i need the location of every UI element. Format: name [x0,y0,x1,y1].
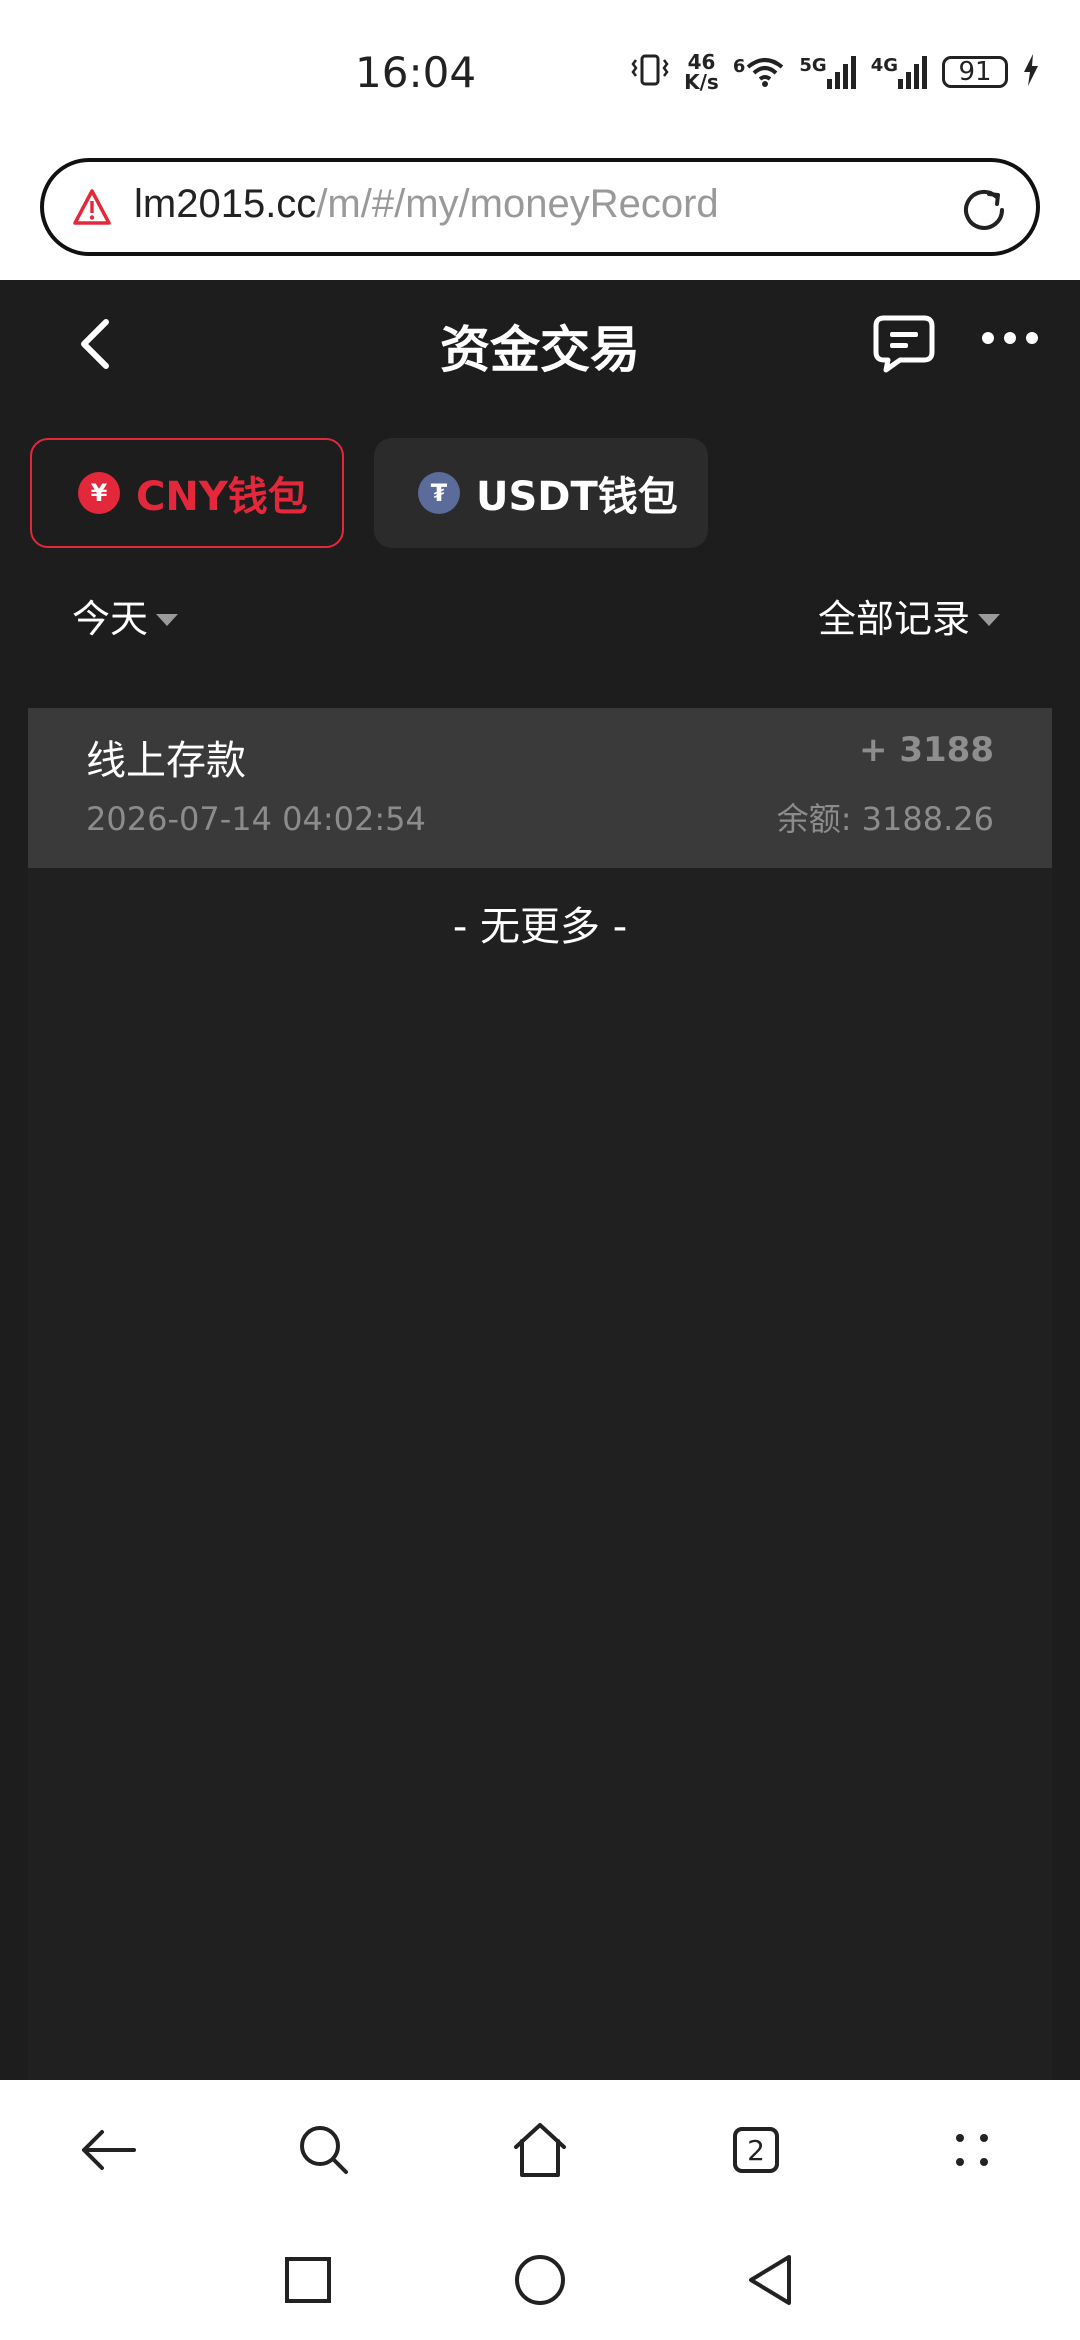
record-amount: + 3188 [859,730,994,770]
status-bar: 16:04 46 K/s 6 5G 4G 91 [0,0,1080,150]
date-filter-label: 今天 [72,597,149,641]
vibrate-icon [630,52,670,92]
search-button[interactable] [284,2110,364,2190]
recent-apps-button[interactable] [278,2250,338,2310]
charging-icon [1022,53,1040,91]
record-balance: 余额: 3188.26 [777,794,994,840]
menu-button[interactable] [932,2110,1012,2190]
status-icons: 46 K/s 6 5G 4G 91 [630,52,1040,92]
balance-label: 余额: [776,800,852,838]
battery-level: 91 [958,57,992,87]
signal-4g-label: 4G [870,55,898,76]
caret-down-icon [156,613,179,626]
record-type-label: 全部记录 [817,597,970,641]
wifi-badge: 6 [732,56,746,77]
wifi-icon: 6 [733,56,786,88]
record-list: 线上存款 2026-07-14 04:02:54 + 3188 余额: 3188… [28,708,1052,2080]
warning-icon[interactable] [72,188,112,230]
tab-usdt-wallet[interactable]: ₮ USDT钱包 [374,438,708,548]
system-home-button[interactable] [510,2250,570,2310]
address-bar[interactable]: lm2015.cc/m/#/my/moneyRecord [40,158,1040,256]
status-time: 16:04 [355,48,477,97]
record-time: 2026-07-14 04:02:54 [86,800,426,838]
balance-value: 3188.26 [861,800,994,838]
system-back-button[interactable] [740,2250,800,2310]
tab-usdt-wallet-label: USDT钱包 [476,474,678,520]
tab-count: 2 [733,2127,779,2173]
tab-cny-wallet-label: CNY钱包 [136,474,308,520]
tabs-button[interactable]: 2 [716,2110,796,2190]
browser-toolbar: 2 [0,2080,1080,2220]
reload-icon[interactable] [958,184,1010,240]
tab-cny-wallet[interactable]: ¥ CNY钱包 [30,438,344,548]
tether-coin-icon: ₮ [418,472,460,514]
net-speed-unit: K/s [684,70,719,94]
signal-5g-icon: 5G [799,55,856,89]
message-button[interactable] [872,314,936,378]
record-type-dropdown[interactable]: 全部记录 [818,588,1000,643]
net-speed: 46 K/s [684,52,719,92]
url-text[interactable]: lm2015.cc/m/#/my/moneyRecord [134,182,719,227]
net-speed-value: 46 [687,50,716,74]
more-menu-button[interactable] [980,330,1040,350]
url-path: /m/#/my/moneyRecord [316,182,719,226]
caret-down-icon [978,613,1000,626]
date-filter-dropdown[interactable]: 今天 [72,588,179,643]
browser-back-button[interactable] [68,2110,148,2190]
signal-5g-label: 5G [799,55,827,76]
home-button[interactable] [500,2110,580,2190]
no-more-text: - 无更多 - [452,904,628,950]
record-title: 线上存款 [86,738,246,784]
system-nav-bar [0,2220,1080,2340]
battery-icon: 91 [942,56,1008,88]
yuan-coin-icon: ¥ [78,472,120,514]
list-item[interactable]: 线上存款 2026-07-14 04:02:54 + 3188 余额: 3188… [28,708,1052,868]
signal-4g-icon: 4G [871,55,928,89]
url-host: lm2015.cc [134,182,317,226]
app-content: 资金交易 ¥ CNY钱包 ₮ USDT钱包 今天 全部记录 线上存款 2026-… [0,280,1080,2080]
